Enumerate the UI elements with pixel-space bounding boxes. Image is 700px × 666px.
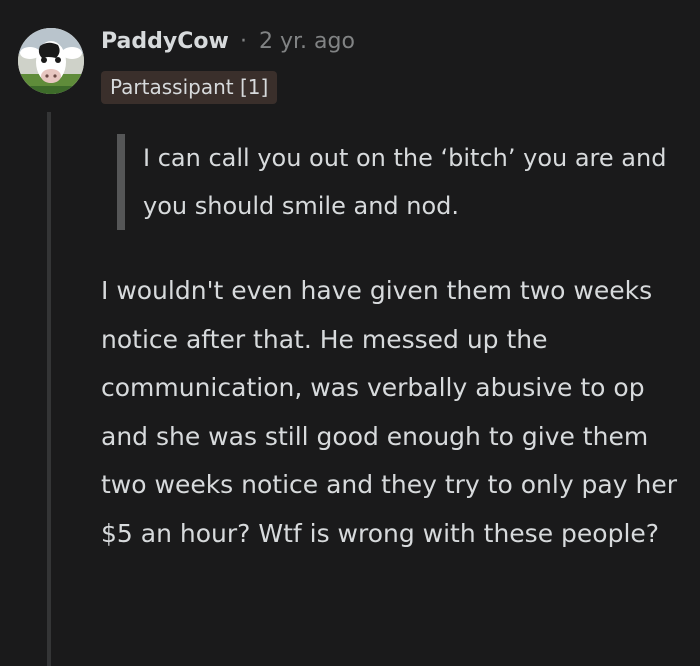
author-username[interactable]: PaddyCow [101, 28, 229, 56]
author-avatar[interactable] [18, 28, 84, 94]
comment-body: I wouldn't even have given them two week… [101, 276, 677, 548]
user-flair: Partassipant [1] [101, 71, 278, 104]
quoted-text: I can call you out on the ‘bitch’ you ar… [117, 134, 687, 230]
cow-avatar-icon [18, 28, 84, 94]
thread-line[interactable] [47, 112, 51, 666]
meta-separator: · [240, 29, 247, 54]
comment-timestamp[interactable]: 2 yr. ago [259, 28, 355, 56]
